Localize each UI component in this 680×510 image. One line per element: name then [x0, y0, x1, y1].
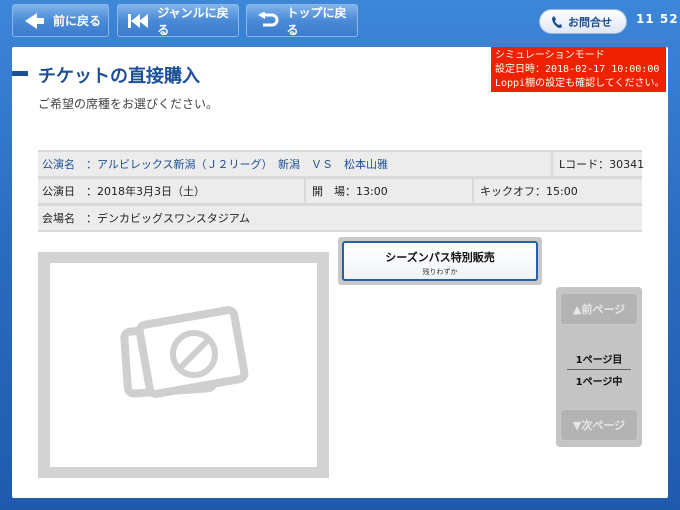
- simulation-check-text: Loppi棚の設定も確認してください。: [495, 78, 665, 89]
- event-date-label: 公演日: [42, 185, 75, 198]
- open-time: 開 場：13:00: [312, 185, 388, 198]
- season-pass-status: 残りわずか: [422, 268, 458, 276]
- back-button-label: 前に戻る: [53, 14, 102, 28]
- event-info-table: 公演名 ：アルビレックス新潟（Ｊ２リーグ） 新潟 ＶＳ 松本山雅 Lコード：30…: [38, 150, 645, 232]
- event-name-row: 公演名 ：アルビレックス新潟（Ｊ２リーグ） 新潟 ＶＳ 松本山雅 Lコード：30…: [38, 152, 645, 176]
- top-back-label: トップに戻る: [286, 5, 347, 37]
- kickoff-time: キックオフ：15:00: [480, 185, 578, 198]
- page-indicator: 1ページ目 1ページ中: [556, 351, 642, 388]
- arrow-left-icon: [21, 11, 47, 31]
- lcode: Lコード：30341: [559, 158, 645, 171]
- return-arrow-icon: [255, 11, 280, 31]
- back-button[interactable]: 前に戻る: [12, 4, 109, 37]
- event-date-value: ：2018年3月3日（土）: [86, 185, 205, 198]
- seat-map-image-area: [50, 263, 317, 467]
- event-date-row: 公演日 ：2018年3月3日（土） 開 場：13:00 キックオフ：15:00: [38, 179, 642, 203]
- page-title: チケットの直接購入: [38, 66, 200, 87]
- no-image-icon: [120, 306, 249, 398]
- page-divider: [567, 369, 631, 370]
- venue-row: 会場名 ：デンカビッグスワンスタジアム: [38, 206, 642, 230]
- seat-map-placeholder: [38, 252, 329, 478]
- event-name-label: 公演名: [42, 158, 75, 171]
- event-name-value: ：アルビレックス新潟（Ｊ２リーグ） 新潟 ＶＳ 松本山雅: [86, 158, 389, 171]
- total-pages: 1ページ中: [575, 377, 623, 388]
- divider: [472, 179, 474, 203]
- season-pass-label: シーズンパス特別販売: [385, 251, 495, 264]
- inquiry-label: お問合せ: [568, 15, 612, 29]
- pager: ▲前ページ 1ページ目 1ページ中 ▼次ページ: [556, 287, 642, 447]
- title-marker: [12, 71, 28, 76]
- season-pass-button[interactable]: シーズンパス特別販売 残りわずか: [342, 241, 538, 281]
- simulation-notice: シミュレーションモード 設定日時：2018-02-17 10:00:00 Lop…: [491, 47, 666, 92]
- current-page: 1ページ目: [575, 355, 623, 366]
- divider: [304, 179, 306, 203]
- genre-back-label: ジャンルに戻る: [157, 5, 229, 37]
- simulation-datetime-text: 設定日時：2018-02-17 10:00:00: [495, 64, 660, 75]
- divider: [551, 152, 553, 176]
- venue-label: 会場名: [42, 212, 75, 225]
- phone-icon: [546, 15, 568, 29]
- skip-back-icon: [126, 11, 151, 31]
- prev-page-button[interactable]: ▲前ページ: [560, 293, 638, 325]
- clock: 11 52: [636, 12, 679, 26]
- page-subtitle: ご希望の席種をお選びください。: [38, 97, 219, 111]
- genre-back-button[interactable]: ジャンルに戻る: [117, 4, 239, 37]
- simulation-mode-text: シミュレーションモード: [495, 50, 605, 61]
- next-page-button[interactable]: ▼次ページ: [560, 409, 638, 441]
- top-back-button[interactable]: トップに戻る: [246, 4, 358, 37]
- seat-option-frame: シーズンパス特別販売 残りわずか: [338, 237, 542, 285]
- inquiry-button[interactable]: お問合せ: [539, 9, 627, 34]
- venue-value: ：デンカビッグスワンスタジアム: [86, 212, 251, 225]
